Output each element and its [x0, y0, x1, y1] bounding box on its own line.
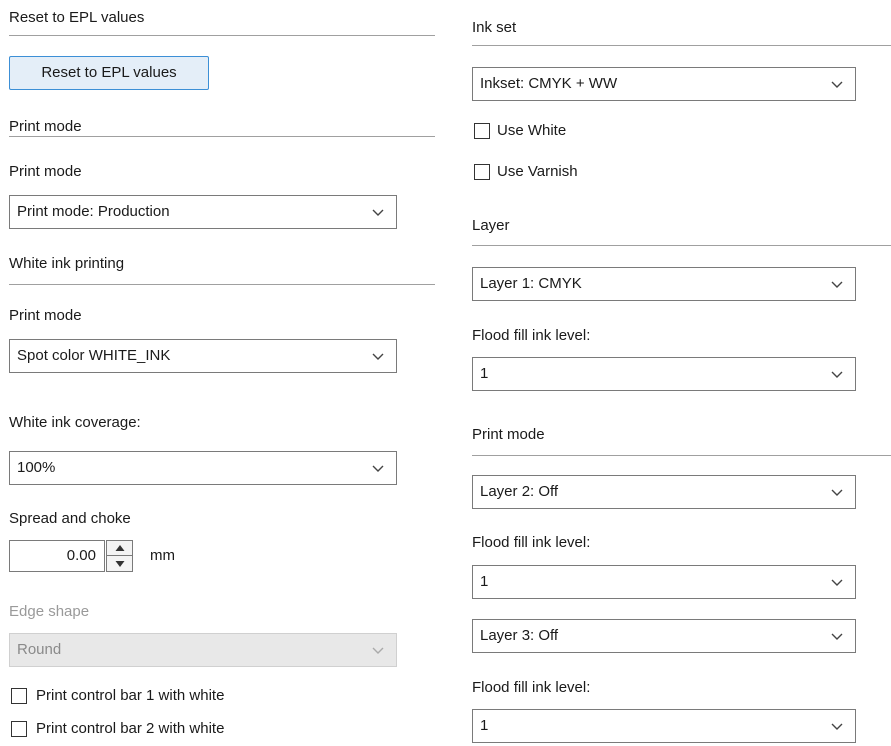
- white-ink-section-title: White ink printing: [9, 255, 125, 272]
- use-white-checkbox[interactable]: [474, 123, 490, 139]
- flood-fill-select-1[interactable]: 1: [472, 357, 856, 391]
- reset-to-epl-button[interactable]: Reset to EPL values: [9, 56, 209, 90]
- ink-set-value: Inkset: CMYK + WW: [480, 75, 618, 92]
- flood-fill-label-1: Flood fill ink level:: [472, 327, 591, 344]
- print-mode-section-title-right: Print mode: [472, 426, 545, 443]
- section-divider: [472, 45, 891, 46]
- print-mode-select-value: Print mode: Production: [17, 203, 170, 220]
- white-ink-coverage-value: 100%: [17, 459, 56, 476]
- control-bar-2-checkbox[interactable]: [11, 721, 27, 737]
- edge-shape-select[interactable]: Round: [9, 633, 397, 667]
- chevron-down-icon: [831, 371, 843, 378]
- print-mode-label: Print mode: [9, 163, 82, 180]
- white-print-mode-value: Spot color WHITE_INK: [17, 347, 171, 364]
- layer-3-select[interactable]: Layer 3: Off: [472, 619, 856, 653]
- chevron-down-icon: [372, 465, 384, 472]
- caret-up-icon: [115, 545, 124, 551]
- chevron-down-icon: [372, 353, 384, 360]
- spread-and-choke-value: 0.00: [66, 547, 96, 564]
- chevron-down-icon: [372, 647, 384, 654]
- layer-2-select[interactable]: Layer 2: Off: [472, 475, 856, 509]
- layer-1-select[interactable]: Layer 1: CMYK: [472, 267, 856, 301]
- flood-fill-value-2: 1: [480, 573, 489, 590]
- section-divider: [9, 35, 435, 36]
- use-varnish-label: Use Varnish: [497, 163, 578, 180]
- chevron-down-icon: [831, 633, 843, 640]
- layer-2-value: Layer 2: Off: [480, 483, 559, 500]
- section-divider: [472, 245, 891, 246]
- flood-fill-value-1: 1: [480, 365, 489, 382]
- control-bar-1-label: Print control bar 1 with white: [36, 687, 225, 704]
- white-ink-coverage-select[interactable]: 100%: [9, 451, 397, 485]
- use-varnish-checkbox[interactable]: [474, 164, 490, 180]
- print-mode-section-title: Print mode: [9, 118, 82, 135]
- spin-down-button[interactable]: [107, 556, 132, 571]
- chevron-down-icon: [831, 281, 843, 288]
- chevron-down-icon: [372, 209, 384, 216]
- edge-shape-value: Round: [17, 641, 62, 658]
- spread-and-choke-label: Spread and choke: [9, 510, 131, 527]
- chevron-down-icon: [831, 723, 843, 730]
- flood-fill-label-3: Flood fill ink level:: [472, 679, 591, 696]
- chevron-down-icon: [831, 579, 843, 586]
- flood-fill-select-2[interactable]: 1: [472, 565, 856, 599]
- flood-fill-select-3[interactable]: 1: [472, 709, 856, 743]
- control-bar-2-label: Print control bar 2 with white: [36, 720, 225, 737]
- layer-3-value: Layer 3: Off: [480, 627, 559, 644]
- spin-up-button[interactable]: [107, 541, 132, 556]
- white-print-mode-label: Print mode: [9, 307, 82, 324]
- spread-and-choke-input[interactable]: 0.00: [9, 540, 105, 572]
- layer-1-value: Layer 1: CMYK: [480, 275, 582, 292]
- chevron-down-icon: [831, 489, 843, 496]
- section-divider: [472, 455, 891, 456]
- layer-section-title: Layer: [472, 217, 510, 234]
- ink-set-section-title: Ink set: [472, 19, 517, 36]
- print-mode-select[interactable]: Print mode: Production: [9, 195, 397, 229]
- section-divider: [9, 284, 435, 285]
- white-print-mode-select[interactable]: Spot color WHITE_INK: [9, 339, 397, 373]
- flood-fill-value-3: 1: [480, 717, 489, 734]
- edge-shape-label: Edge shape: [9, 603, 90, 620]
- reset-section-title: Reset to EPL values: [9, 9, 145, 26]
- spread-and-choke-spinner[interactable]: [106, 540, 133, 572]
- control-bar-1-checkbox[interactable]: [11, 688, 27, 704]
- caret-down-icon: [115, 560, 124, 567]
- white-ink-coverage-label: White ink coverage:: [9, 414, 141, 431]
- use-white-label: Use White: [497, 122, 567, 139]
- section-divider: [9, 136, 435, 137]
- ink-set-select[interactable]: Inkset: CMYK + WW: [472, 67, 856, 101]
- spread-unit-label: mm: [150, 547, 175, 564]
- flood-fill-label-2: Flood fill ink level:: [472, 534, 591, 551]
- chevron-down-icon: [831, 81, 843, 88]
